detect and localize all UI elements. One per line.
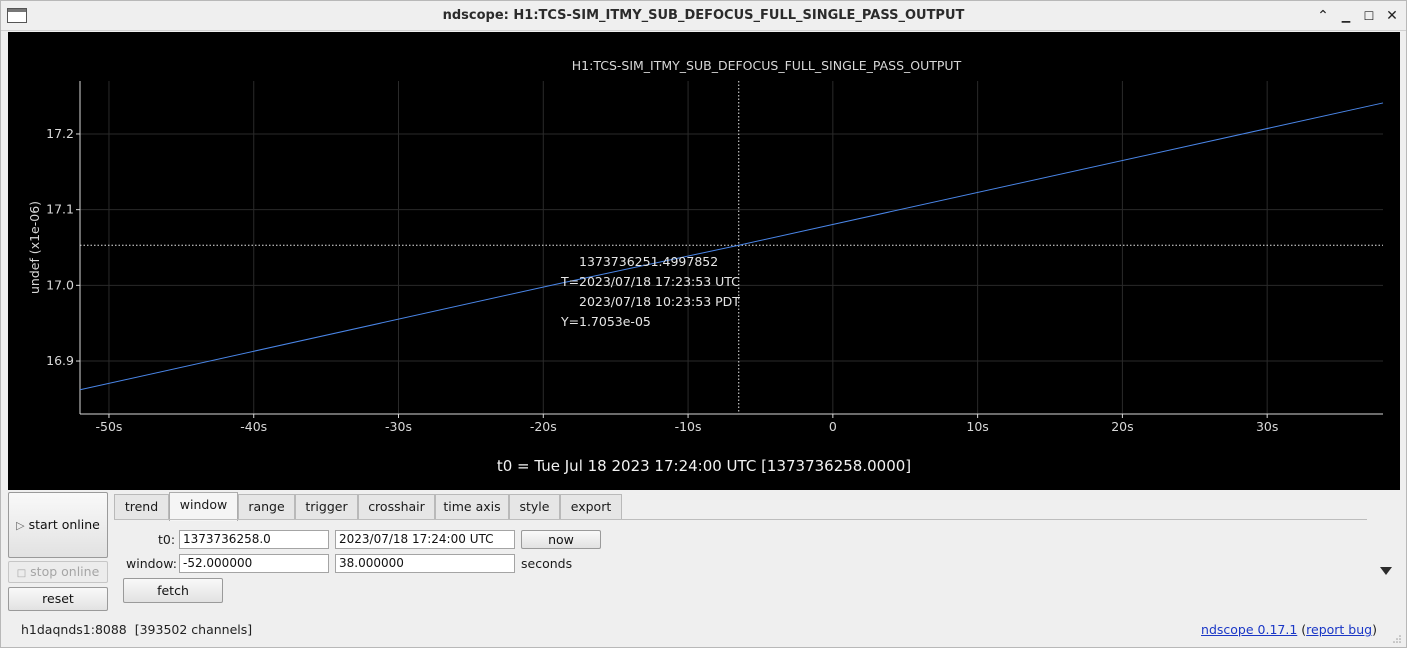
tab-export[interactable]: export (560, 494, 622, 520)
shade-button[interactable]: ⌃ (1313, 6, 1333, 26)
x-tick-label: -40s (240, 419, 267, 434)
tab-crosshair[interactable]: crosshair (358, 494, 435, 520)
tab-style[interactable]: style (509, 494, 560, 520)
close-icon: ✕ (1386, 8, 1398, 24)
maximize-button[interactable]: ☐ (1359, 6, 1379, 26)
plot-title: H1:TCS-SIM_ITMY_SUB_DEFOCUS_FULL_SINGLE_… (572, 58, 962, 73)
crosshair-gps: 1373736251.4997852 (579, 254, 718, 269)
channel-count: [393502 channels] (134, 622, 253, 637)
t0-label: t0: (158, 532, 176, 547)
status-bar: h1daqnds1:8088 [393502 channels] (21, 622, 252, 637)
tab-window[interactable]: window (169, 492, 238, 521)
version-info: ndscope 0.17.1 (report bug) (1201, 622, 1377, 637)
report-bug-link[interactable]: report bug (1306, 622, 1372, 637)
x-tick-label: -10s (675, 419, 702, 434)
window-title: ndscope: H1:TCS-SIM_ITMY_SUB_DEFOCUS_FUL… (442, 8, 965, 23)
crosshair-utc: 2023/07/18 17:23:53 UTC (579, 274, 740, 289)
stop-icon: □ (16, 568, 27, 579)
tab-trigger[interactable]: trigger (295, 494, 358, 520)
resize-grip-icon[interactable] (1392, 634, 1402, 644)
x-tick-label: -50s (95, 419, 122, 434)
t0-utc-input[interactable]: 2023/07/18 17:24:00 UTC (335, 530, 515, 549)
tab-trend[interactable]: trend (114, 494, 169, 520)
window-end-input[interactable]: 38.000000 (335, 554, 515, 573)
x-tick-label: 0 (829, 419, 837, 434)
y-tick-label: 16.9 (46, 353, 74, 368)
minimize-button[interactable]: ▁ (1336, 6, 1356, 26)
chart[interactable]: -50s -40s -30s -20s -10s 0 10s 20s 30s 16.9 17.0 17… (8, 32, 1400, 490)
minimize-icon: ▁ (1341, 10, 1351, 23)
x-tick-label: -30s (385, 419, 412, 434)
y-tick-label: 17.1 (46, 202, 74, 217)
title-bar[interactable]: ndscope: H1:TCS-SIM_ITMY_SUB_DEFOCUS_FUL… (1, 1, 1406, 31)
crosshair-t-prefix: T= (560, 274, 579, 289)
play-icon: ▷ (16, 519, 25, 532)
fetch-button[interactable]: fetch (123, 578, 223, 603)
close-button[interactable]: ✕ (1382, 6, 1402, 26)
stop-online-label: stop online (30, 564, 100, 579)
y-tick-label: 17.0 (46, 277, 74, 292)
now-button[interactable]: now (521, 530, 601, 549)
x-tick-label: -20s (530, 419, 557, 434)
window-units-label: seconds (521, 556, 573, 571)
nds-server: h1daqnds1:8088 (21, 622, 127, 637)
x-tick-label: 10s (966, 419, 988, 434)
tab-time-axis[interactable]: time axis (435, 494, 509, 520)
t0-gps-input[interactable]: 1373736258.0 (179, 530, 329, 549)
control-panel: ▷ start online □ stop online reset trend… (1, 490, 1406, 648)
stop-online-button[interactable]: □ stop online (8, 561, 108, 583)
x-tick-label: 20s (1111, 419, 1133, 434)
t0-label: t0 = Tue Jul 18 2023 17:24:00 UTC [13737… (497, 457, 911, 475)
maximize-icon: ☐ (1363, 9, 1375, 23)
reset-button[interactable]: reset (8, 587, 108, 611)
triangle-down-icon[interactable] (1380, 567, 1392, 575)
version-link[interactable]: ndscope 0.17.1 (1201, 622, 1297, 637)
crosshair-y-value: 1.7053e-05 (579, 314, 651, 329)
tab-range[interactable]: range (238, 494, 295, 520)
crosshair-pdt: 2023/07/18 10:23:53 PDT (579, 294, 740, 309)
start-online-label: start online (28, 517, 100, 532)
window-start-input[interactable]: -52.000000 (179, 554, 329, 573)
y-tick-label: 17.2 (46, 126, 74, 141)
window-label: window: (126, 556, 177, 571)
crosshair-y-prefix: Y= (560, 314, 579, 329)
y-axis-label: undef (x1e-06) (27, 201, 42, 294)
plot-area[interactable]: -50s -40s -30s -20s -10s 0 10s 20s 30s 16.9 17.0 17… (8, 32, 1400, 490)
app-window: ndscope: H1:TCS-SIM_ITMY_SUB_DEFOCUS_FUL… (0, 0, 1407, 648)
close-paren: ) (1372, 622, 1377, 637)
series-line (79, 102, 1384, 391)
x-tick-label: 30s (1256, 419, 1278, 434)
chevron-up-icon: ⌃ (1317, 8, 1329, 24)
tab-pane-border (114, 519, 1367, 520)
start-online-button[interactable]: ▷ start online (8, 492, 108, 558)
